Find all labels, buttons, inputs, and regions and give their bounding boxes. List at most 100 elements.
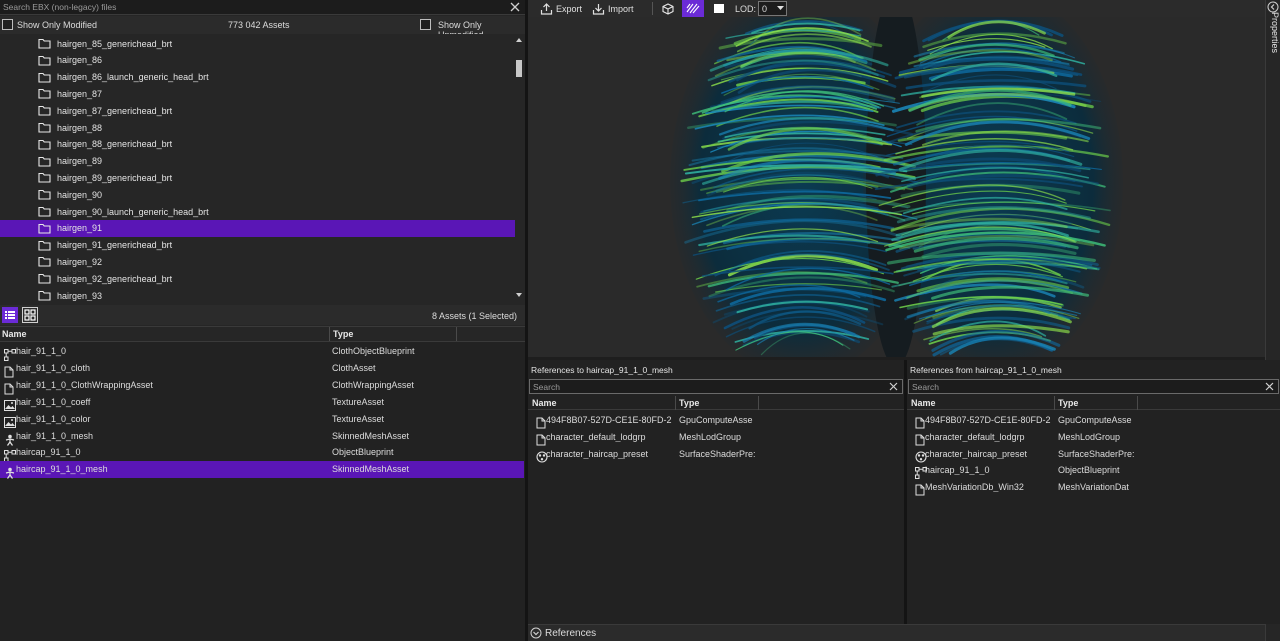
asset-name: hair_91_1_0_ClothWrappingAsset — [16, 379, 153, 390]
column-divider[interactable] — [1137, 396, 1138, 410]
tree-item[interactable]: hairgen_87_generichead_brt — [0, 102, 515, 119]
tree-item[interactable]: hairgen_89_generichead_brt — [0, 169, 515, 186]
show-modified-checkbox[interactable] — [2, 19, 13, 30]
asset-summary: 8 Assets (1 Selected) — [431, 311, 517, 321]
column-name-header[interactable]: Name — [911, 396, 936, 410]
export-label: Export — [556, 3, 583, 14]
tree-item[interactable]: hairgen_91_generichead_brt — [0, 237, 515, 254]
asset-name: hair_91_1_0_cloth — [16, 362, 91, 373]
tree-item[interactable]: hairgen_87 — [0, 85, 515, 102]
folder-icon — [38, 172, 57, 183]
list-item[interactable]: MeshVariationDb_Win32 MeshVariationDat — [907, 479, 1280, 496]
references-to-title: References to haircap_91_1_0_mesh — [531, 365, 673, 375]
column-name-header[interactable]: Name — [2, 327, 27, 341]
tree-item[interactable]: hairgen_86 — [0, 52, 515, 69]
column-type-header[interactable]: Type — [333, 327, 353, 341]
tree-item-label: hairgen_91 — [57, 223, 103, 234]
table-row[interactable]: hair_91_1_0_ClothWrappingAsset ClothWrapp… — [0, 377, 524, 395]
tree-item[interactable]: hairgen_92_generichead_brt — [0, 270, 515, 287]
tree-item[interactable]: hairgen_92 — [0, 253, 515, 270]
list-item[interactable]: 494F8B07-527D-CE1E-80FD-2 GpuComputeAsse — [528, 412, 904, 429]
import-button[interactable]: Import — [592, 0, 634, 17]
table-row[interactable]: hair_91_1_0_color TextureAsset — [0, 411, 524, 428]
search-input[interactable] — [3, 1, 503, 13]
properties-tab[interactable]: Properties — [1268, 12, 1280, 72]
folder-tree: hairgen_85_generichead_brt hairgen_86 hair… — [0, 34, 525, 301]
chevron-down-icon — [777, 6, 784, 10]
column-divider[interactable] — [675, 396, 676, 410]
background-color-swatch[interactable] — [714, 4, 724, 13]
table-row[interactable]: hair_91_1_0 ClothObjectBlueprint — [0, 343, 524, 361]
tree-item[interactable]: hairgen_93 — [0, 287, 515, 301]
references-from-title: References from haircap_91_1_0_mesh — [910, 365, 1062, 375]
column-divider[interactable] — [1054, 396, 1055, 410]
cube-icon[interactable] — [662, 0, 674, 17]
mesh-viewport[interactable] — [528, 17, 1265, 357]
asset-type: SkinnedMeshAsset — [332, 464, 410, 475]
tree-item-label: hairgen_88_generichead_brt — [57, 139, 173, 150]
table-row[interactable]: haircap_91_1_0 ObjectBlueprint — [0, 444, 524, 463]
tree-item[interactable]: hairgen_89 — [0, 153, 515, 170]
reference-type: ObjectBlueprint — [1058, 465, 1120, 476]
folder-icon — [38, 206, 57, 217]
export-button[interactable]: Export — [540, 0, 582, 17]
folder-icon — [38, 273, 57, 284]
show-unmodified-checkbox[interactable] — [420, 19, 431, 30]
column-type-header[interactable]: Type — [679, 396, 699, 410]
list-item[interactable]: character_haircap_preset SurfaceShaderPre… — [907, 446, 1280, 463]
references-expander[interactable]: References — [528, 624, 1265, 641]
tree-item[interactable]: hairgen_90_launch_generic_head_brt — [0, 203, 515, 220]
column-type-header[interactable]: Type — [1058, 396, 1078, 410]
tree-item-label: hairgen_92 — [57, 256, 103, 267]
asset-name: haircap_91_1_0_mesh — [16, 464, 108, 475]
list-item[interactable]: 494F8B07-527D-CE1E-80FD-2 GpuComputeAsse — [907, 412, 1280, 429]
tree-item-label: hairgen_85_generichead_brt — [57, 38, 173, 49]
asset-browser-pane: Show Only Modified 773 042 Assets Show O… — [0, 0, 525, 641]
tree-item[interactable]: hairgen_90 — [0, 186, 515, 203]
lod-select[interactable]: 0 — [758, 1, 787, 16]
tree-item[interactable]: hairgen_86_launch_generic_head_brt — [0, 69, 515, 86]
asset-type: ClothWrappingAsset — [332, 379, 414, 390]
table-row[interactable]: haircap_91_1_0_mesh SkinnedMeshAsset — [0, 461, 524, 480]
list-view-icon[interactable] — [2, 307, 18, 323]
tree-scrollbar[interactable] — [514, 34, 524, 301]
list-item[interactable]: character_default_lodgrp MeshLodGroup — [907, 429, 1280, 446]
close-icon[interactable] — [509, 1, 521, 13]
folder-icon — [38, 122, 57, 133]
tree-item[interactable]: hairgen_88_generichead_brt — [0, 136, 515, 153]
reference-name: 494F8B07-527D-CE1E-80FD-2 — [546, 415, 672, 425]
asset-list-header: Name Type — [0, 326, 525, 342]
asset-type: TextureAsset — [332, 413, 385, 424]
tree-item[interactable]: hairgen_91 — [0, 219, 515, 237]
column-divider[interactable] — [456, 327, 457, 341]
table-row[interactable]: hair_91_1_0_cloth ClothAsset — [0, 360, 524, 378]
list-item[interactable]: character_haircap_preset SurfaceShaderPre… — [528, 446, 904, 463]
close-icon[interactable] — [1264, 381, 1275, 392]
asset-type: ObjectBlueprint — [332, 447, 394, 458]
asset-list: hair_91_1_0 ClothObjectBlueprint hair_91_1… — [0, 342, 525, 641]
grid-view-icon[interactable] — [22, 307, 38, 323]
properties-tab-label: Properties — [1270, 12, 1280, 54]
column-divider[interactable] — [329, 327, 330, 341]
column-name-header[interactable]: Name — [532, 396, 557, 410]
folder-icon — [38, 38, 57, 49]
asset-count: 773 042 Assets — [228, 20, 290, 30]
list-item[interactable]: haircap_91_1_0 ObjectBlueprint — [907, 462, 1280, 480]
table-row[interactable]: hair_91_1_0_coeff TextureAsset — [0, 394, 524, 411]
close-icon[interactable] — [888, 381, 899, 392]
references-to-search-input[interactable] — [533, 381, 833, 392]
tree-item-label: hairgen_87 — [57, 88, 103, 99]
tree-item[interactable]: hairgen_85_generichead_brt — [0, 35, 515, 52]
list-item[interactable]: character_default_lodgrp MeshLodGroup — [528, 429, 904, 446]
folder-icon — [38, 290, 57, 301]
references-to-panel: References to haircap_91_1_0_mesh Name T… — [528, 360, 904, 624]
wireframe-toggle-icon[interactable] — [682, 0, 704, 17]
folder-icon — [38, 256, 57, 267]
asset-type: ClothObjectBlueprint — [332, 346, 415, 356]
column-divider[interactable] — [758, 396, 759, 410]
asset-type: SkinnedMeshAsset — [332, 430, 410, 441]
toolbar-divider — [652, 2, 653, 15]
references-from-search-input[interactable] — [912, 381, 1212, 392]
table-row[interactable]: hair_91_1_0_mesh SkinnedMeshAsset — [0, 428, 524, 446]
tree-item[interactable]: hairgen_88 — [0, 119, 515, 136]
